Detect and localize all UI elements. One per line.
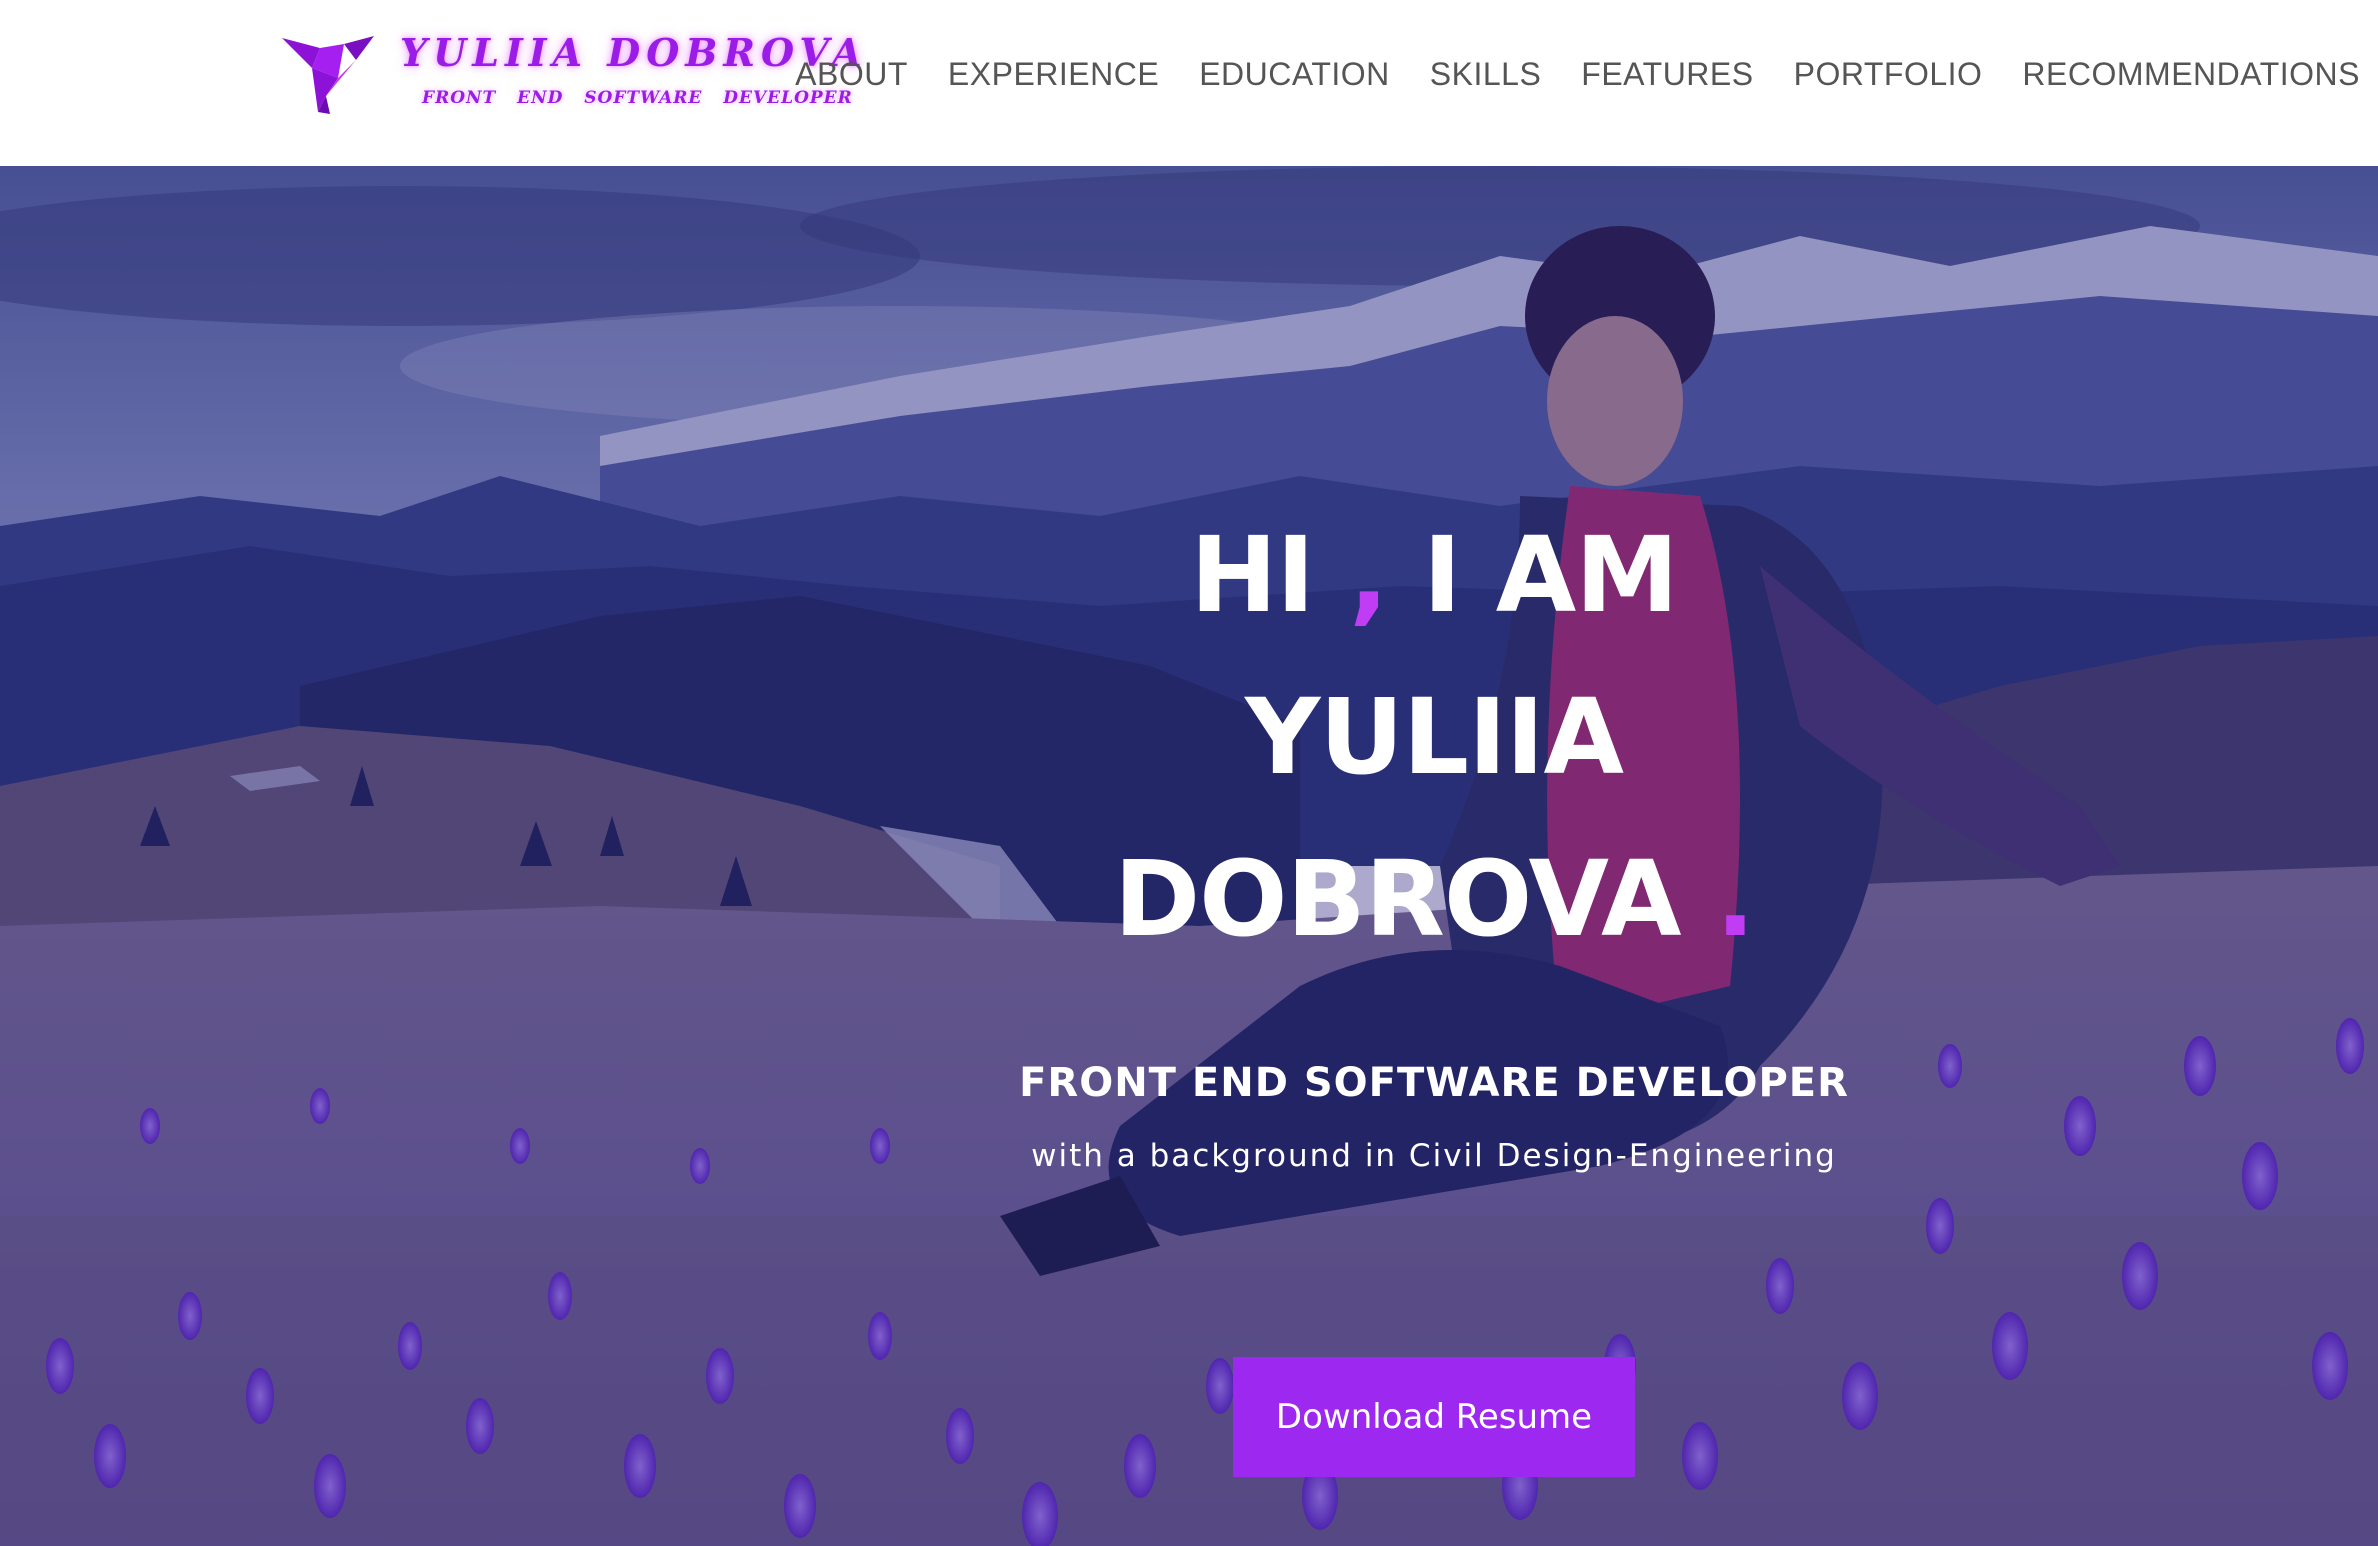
download-resume-button[interactable]: Download Resume [1233, 1357, 1635, 1477]
hero-first-name: YULIIA [1245, 676, 1624, 798]
nav-recommendations[interactable]: RECOMMENDATIONS [2022, 56, 2360, 93]
site-header: YULIIA DOBROVA FRONT END SOFTWARE DEVELO… [0, 0, 2378, 166]
nav-portfolio[interactable]: PORTFOLIO [1794, 56, 1983, 93]
hero-section: HI , I AM YULIIA DOBROVA . FRONT END SOF… [0, 166, 2378, 1546]
hero-background-text: with a background in Civil Design-Engine… [1031, 1138, 1837, 1174]
hero-content: HI , I AM YULIIA DOBROVA . FRONT END SOF… [0, 166, 2378, 1546]
logo[interactable]: YULIIA DOBROVA FRONT END SOFTWARE DEVELO… [282, 30, 861, 130]
hero-greeting-line: HI , I AM [0, 514, 2378, 636]
hero-i-am: I AM [1422, 514, 1679, 636]
hero-comma: , [1349, 514, 1389, 636]
nav-education[interactable]: EDUCATION [1199, 56, 1390, 93]
logo-tagline: FRONT END SOFTWARE DEVELOPER [422, 88, 853, 108]
nav-about[interactable]: ABOUT [795, 56, 908, 93]
hero-last-name-line: DOBROVA . [0, 838, 2378, 960]
nav-features[interactable]: FEATURES [1581, 56, 1753, 93]
hero-last-name: DOBROVA [1113, 838, 1682, 960]
hero-role: FRONT END SOFTWARE DEVELOPER [1019, 1060, 1849, 1106]
main-nav: ABOUT EXPERIENCE EDUCATION SKILLS FEATUR… [795, 56, 2360, 93]
nav-skills[interactable]: SKILLS [1430, 56, 1542, 93]
nav-experience[interactable]: EXPERIENCE [948, 56, 1159, 93]
hero-period: . [1715, 838, 1756, 960]
origami-bird-icon [282, 36, 374, 114]
hero-greeting: HI [1190, 514, 1315, 636]
